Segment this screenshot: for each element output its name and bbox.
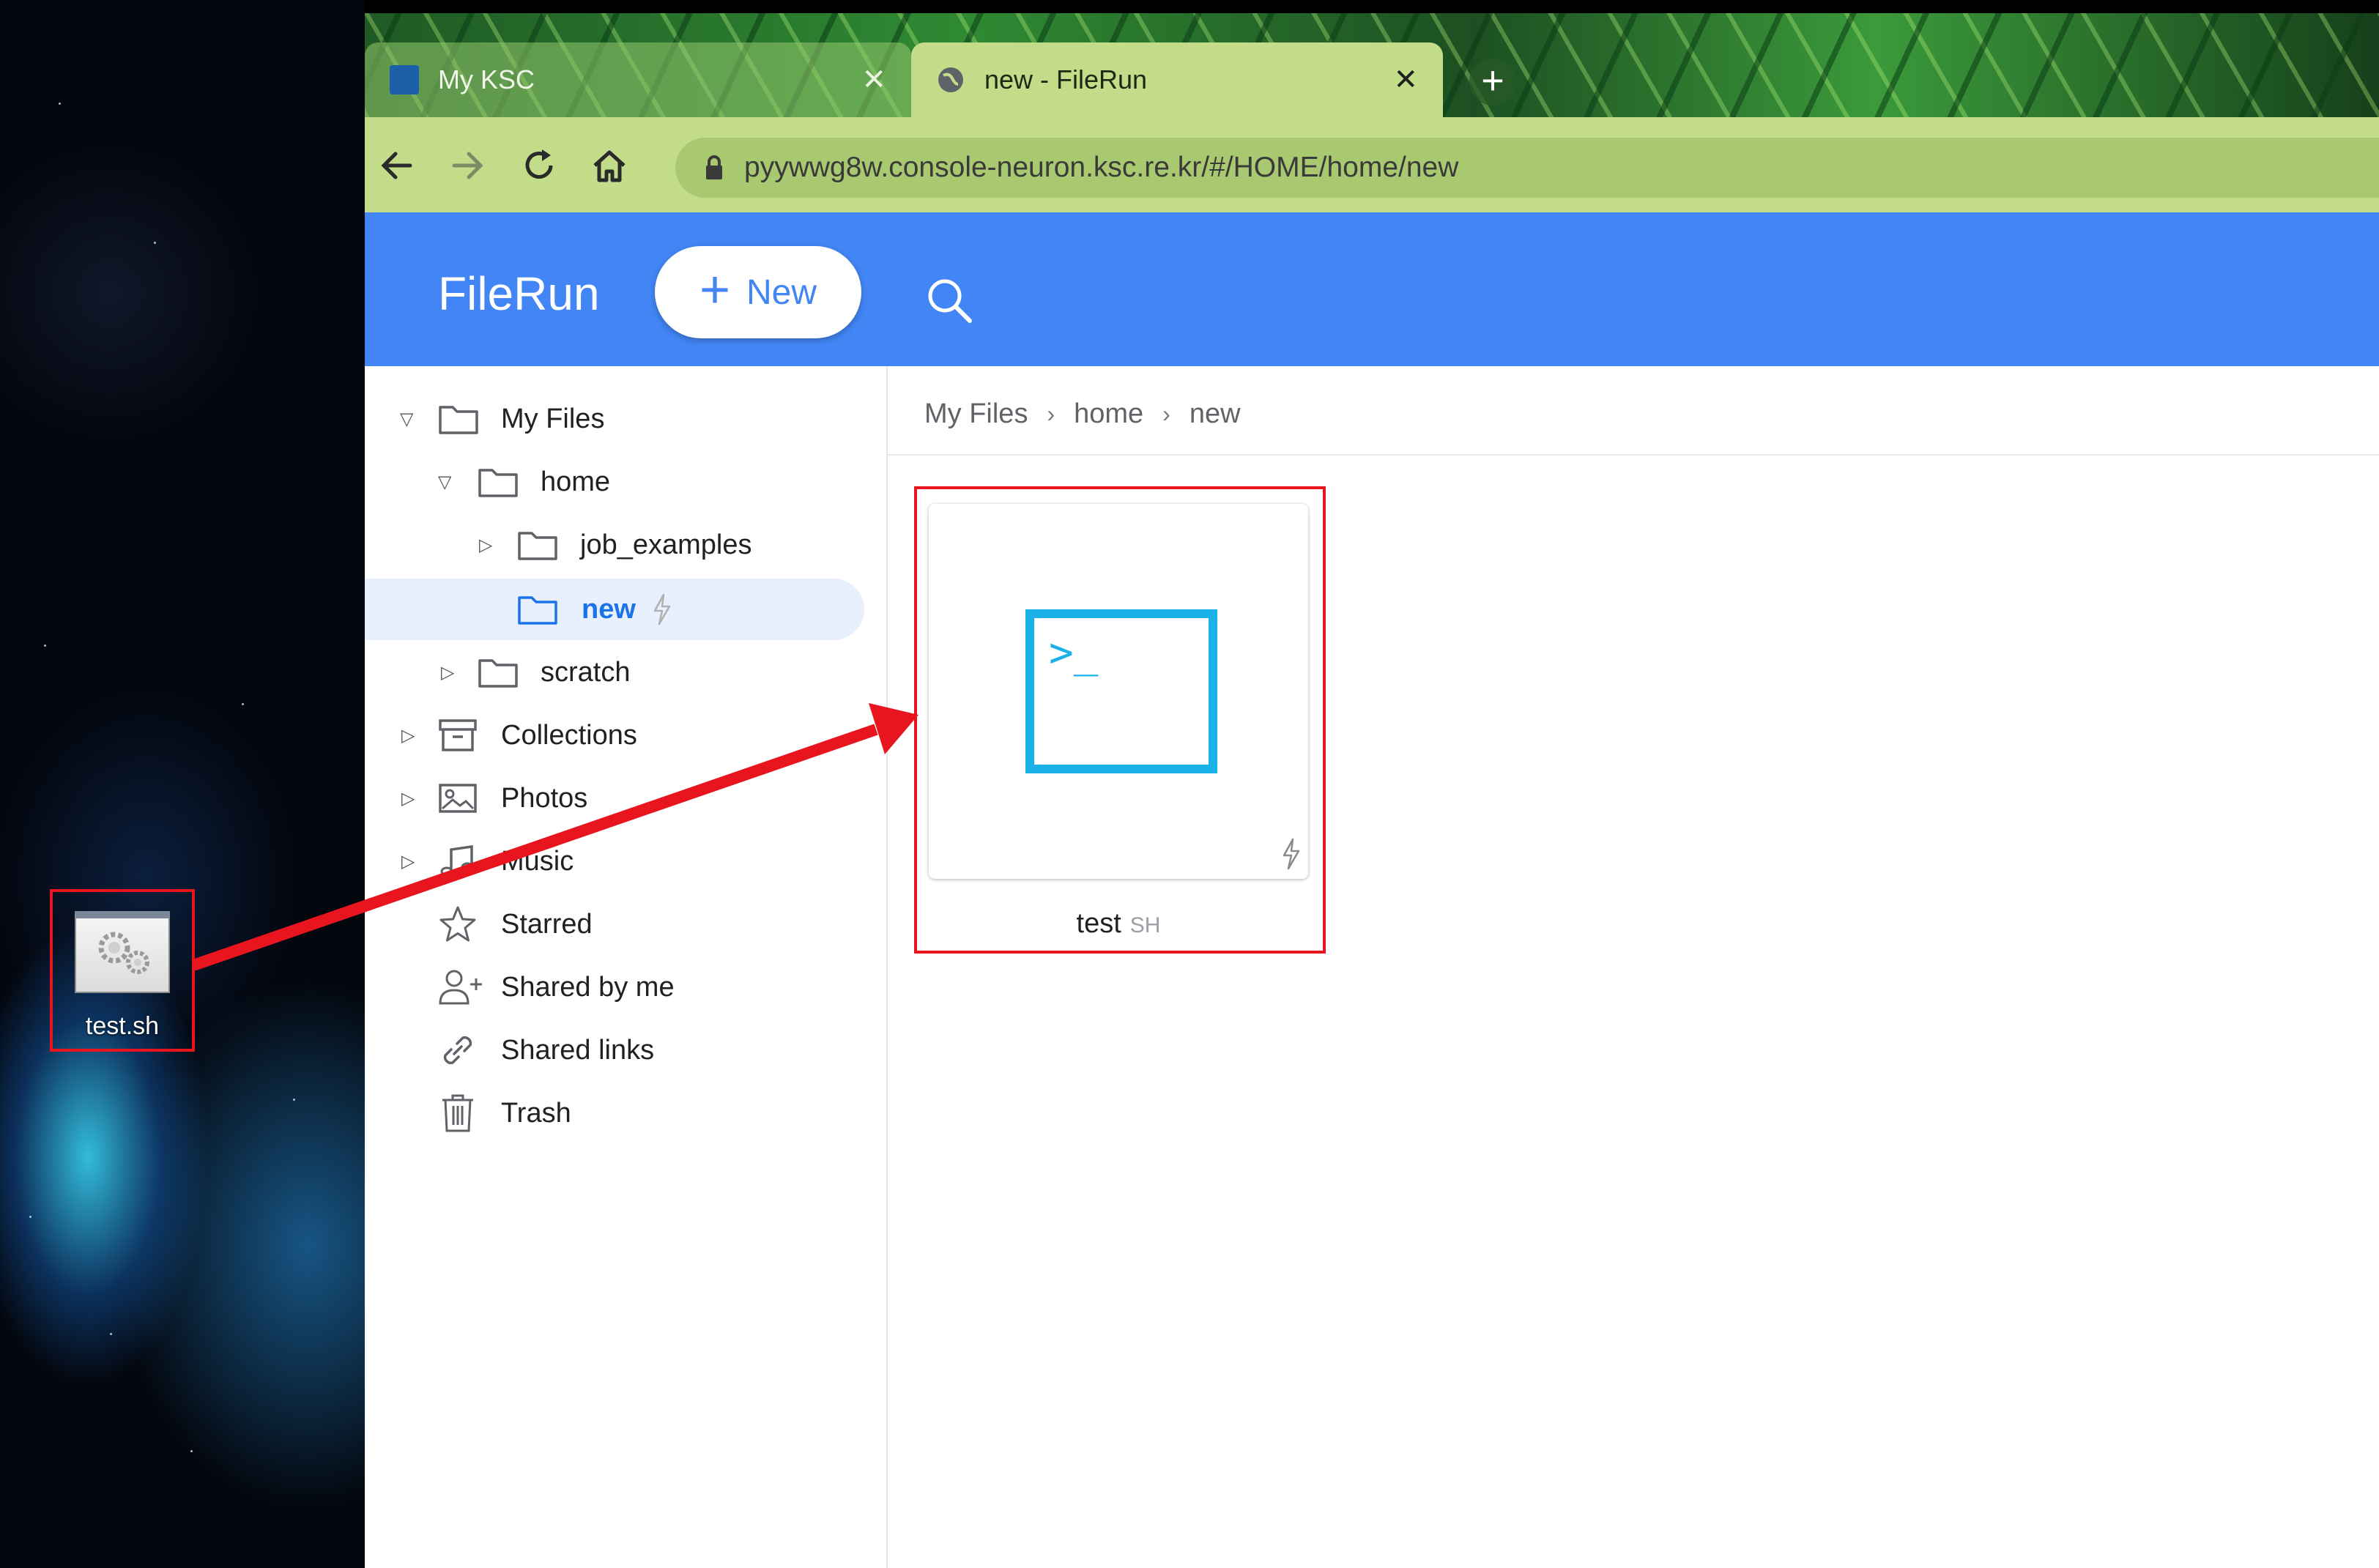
- archive-box-icon: [439, 719, 477, 751]
- desktop-wallpaper: [0, 0, 365, 1568]
- tab-new-filerun[interactable]: new - FileRun ✕: [911, 42, 1443, 117]
- sidebar-item-label: My Files: [501, 403, 605, 434]
- breadcrumb-item[interactable]: home: [1074, 398, 1143, 430]
- breadcrumb-item[interactable]: My Files: [924, 398, 1028, 430]
- expanded-caret-icon[interactable]: ▽: [438, 472, 451, 493]
- plus-icon: +: [699, 261, 730, 319]
- file-card-highlight: [914, 486, 1326, 954]
- sidebar-item-label: job_examples: [580, 529, 752, 560]
- folder-icon: [478, 659, 518, 688]
- chevron-right-icon: ›: [1162, 400, 1170, 427]
- breadcrumb: My Files › home › new: [924, 388, 1241, 439]
- new-tab-button[interactable]: +: [1469, 59, 1516, 105]
- new-button-label: New: [746, 272, 817, 312]
- desktop-file-highlight: [50, 889, 195, 1052]
- sidebar-item-label: Starred: [501, 908, 593, 940]
- sidebar-item-trash[interactable]: Trash: [365, 1082, 872, 1144]
- sidebar-item-home[interactable]: ▽ home: [365, 451, 872, 513]
- sidebar-item-label: new: [582, 593, 636, 625]
- breadcrumb-item[interactable]: new: [1190, 398, 1241, 430]
- url-text: pyywwg8w.console-neuron.ksc.re.kr/#/HOME…: [744, 152, 1459, 183]
- sidebar-item-job-examples[interactable]: ▷ job_examples: [365, 514, 872, 576]
- trash-icon: [442, 1094, 473, 1132]
- sidebar-item-label: Trash: [501, 1097, 571, 1129]
- folder-icon: [439, 406, 478, 434]
- app-header: FileRun + New: [365, 212, 2379, 366]
- chevron-right-icon: ›: [1047, 400, 1055, 427]
- sidebar-item-scratch[interactable]: ▷ scratch: [365, 642, 872, 703]
- close-tab-icon[interactable]: ✕: [1393, 63, 1418, 97]
- sidebar-item-label: Shared by me: [501, 971, 675, 1003]
- sidebar-item-shared-by-me[interactable]: Shared by me: [365, 956, 872, 1018]
- forward-arrow-icon[interactable]: [445, 144, 489, 187]
- link-icon: [443, 1036, 472, 1065]
- sidebar-item-music[interactable]: ▷ Music: [365, 831, 872, 892]
- image-icon: [439, 784, 477, 813]
- sidebar-item-collections[interactable]: ▷ Collections: [365, 705, 872, 766]
- back-arrow-icon[interactable]: [375, 144, 419, 187]
- sidebar-item-label: scratch: [541, 656, 631, 688]
- collapsed-caret-icon[interactable]: ▷: [479, 535, 492, 556]
- close-tab-icon[interactable]: ✕: [861, 63, 886, 97]
- sidebar-item-starred[interactable]: Starred: [365, 893, 872, 955]
- add-person-icon: [439, 970, 482, 1005]
- sidebar-item-photos[interactable]: ▷ Photos: [365, 768, 872, 829]
- sidebar-item-label: home: [541, 466, 611, 497]
- folder-icon: [518, 596, 557, 625]
- collapsed-caret-icon[interactable]: ▷: [401, 851, 415, 872]
- tab-title: My KSC: [438, 64, 535, 94]
- sidebar-item-label: Collections: [501, 719, 637, 751]
- ksc-favicon-icon: [390, 65, 419, 94]
- collapsed-caret-icon[interactable]: ▷: [401, 725, 415, 746]
- music-note-icon: [440, 844, 474, 877]
- star-icon: [439, 906, 476, 942]
- search-icon[interactable]: [923, 274, 976, 327]
- reload-icon[interactable]: [517, 144, 561, 187]
- expanded-caret-icon[interactable]: ▽: [400, 409, 413, 430]
- sidebar-tree: ▽ My Files ▽ home ▷ job_examples new ▷ s…: [365, 366, 888, 1568]
- tab-strip: My KSC ✕ new - FileRun ✕ +: [365, 13, 2379, 117]
- divider: [888, 454, 2379, 456]
- browser-window: My KSC ✕ new - FileRun ✕ + pyywwg8w.cons…: [365, 13, 2379, 1568]
- tab-my-ksc[interactable]: My KSC ✕: [365, 42, 911, 117]
- folder-icon: [478, 469, 518, 497]
- home-icon[interactable]: [587, 144, 631, 187]
- collapsed-caret-icon[interactable]: ▷: [441, 662, 454, 683]
- sidebar-item-new[interactable]: new: [365, 579, 864, 640]
- new-button[interactable]: + New: [655, 246, 861, 338]
- sidebar-item-label: Music: [501, 845, 574, 877]
- app-logo: FileRun: [438, 267, 600, 320]
- lock-icon: [706, 155, 722, 179]
- globe-icon: [936, 65, 965, 94]
- tab-title: new - FileRun: [984, 64, 1148, 94]
- collapsed-caret-icon[interactable]: ▷: [401, 788, 415, 809]
- browser-toolbar: pyywwg8w.console-neuron.ksc.re.kr/#/HOME…: [365, 117, 2379, 212]
- address-bar[interactable]: pyywwg8w.console-neuron.ksc.re.kr/#/HOME…: [675, 138, 2379, 198]
- sidebar-item-label: Photos: [501, 782, 588, 814]
- folder-icon: [518, 532, 557, 560]
- sidebar-item-shared-links[interactable]: Shared links: [365, 1019, 872, 1081]
- sidebar-item-my-files[interactable]: ▽ My Files: [365, 388, 872, 450]
- sidebar-item-label: Shared links: [501, 1034, 655, 1066]
- lightning-icon: [653, 593, 671, 625]
